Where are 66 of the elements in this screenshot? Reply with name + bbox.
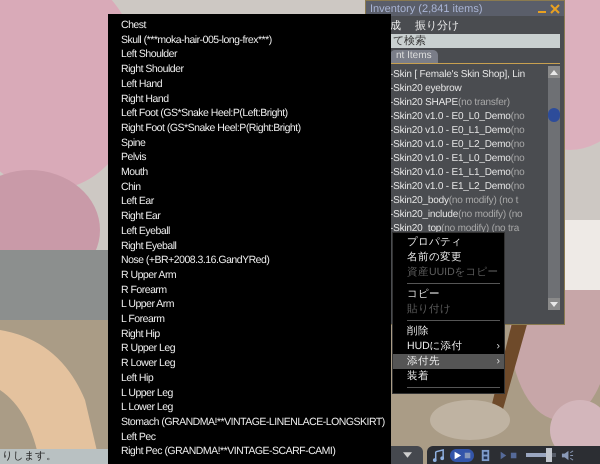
menu-item[interactable]: Nose (+BR+2008.3.16.GandYRed) xyxy=(121,253,391,268)
menu-item[interactable]: 削除 xyxy=(393,324,504,339)
menu-item[interactable]: L Lower Leg xyxy=(121,400,391,415)
inventory-item[interactable]: -Skin20 v1.0 - E1_L0_Demo(no xyxy=(390,152,548,166)
inventory-item[interactable]: -Skin20 SHAPE(no transfer) xyxy=(390,96,548,110)
inventory-item[interactable]: -Skin [ Female's Skin Shop], Lin xyxy=(390,68,548,82)
caret-icon xyxy=(402,452,412,458)
menu-item[interactable]: Left Foot (GS*Snake Heel:P(Left:Bright) xyxy=(121,106,391,121)
menu-item[interactable]: Right Pec (GRANDMA!**VINTAGE-SCARF-CAMI) xyxy=(121,444,391,460)
menu-item[interactable]: HUDに添付 › xyxy=(393,339,504,354)
inventory-item[interactable]: -Skin20 v1.0 - E1_L2_Demo(no xyxy=(390,180,548,194)
menu-item[interactable]: 名前の変更 xyxy=(393,250,504,265)
menu-item[interactable]: Chest xyxy=(121,18,391,33)
menu-item[interactable]: Mouth xyxy=(121,165,391,180)
scroll-thumb[interactable] xyxy=(548,108,560,122)
menu-item[interactable]: L Forearm xyxy=(121,312,391,327)
menu-item[interactable]: 添付先 › xyxy=(393,354,504,369)
scroll-up-icon[interactable] xyxy=(548,66,560,78)
menu-item[interactable]: L Upper Arm xyxy=(121,297,391,312)
menu-item[interactable]: Left Ear xyxy=(121,194,391,210)
inventory-item[interactable]: -Skin20 v1.0 - E0_L0_Demo(no xyxy=(390,110,548,124)
menu-item[interactable]: コピー xyxy=(393,287,504,302)
menu-item[interactable]: Skull (***moka-hair-005-long-frex***) xyxy=(121,32,391,48)
menu-item[interactable]: Left Hand xyxy=(121,76,391,92)
menu-item[interactable]: Stomach (GRANDMA!**VINTAGE-LINENLACE-LONGSKIRT) xyxy=(121,414,391,430)
inventory-item[interactable]: -Skin20_top(no modify) (no tra xyxy=(390,222,548,236)
menu-item[interactable]: 成 xyxy=(390,18,401,32)
menu-item[interactable]: 振り分け xyxy=(415,18,459,32)
menu-item[interactable]: Spine xyxy=(121,136,391,150)
volume-slider[interactable] xyxy=(526,448,556,462)
inventory-item[interactable]: -Skin20 v1.0 - E0_L2_Demo(no xyxy=(390,138,548,152)
search-field[interactable]: て検索 xyxy=(390,34,560,48)
menu-item[interactable]: Pelvis xyxy=(121,150,391,166)
inventory-item[interactable]: -Skin20_body(no modify) (no t xyxy=(390,194,548,208)
menu-item[interactable]: L Upper Leg xyxy=(121,386,391,400)
menu-item[interactable]: 装着 xyxy=(393,369,504,384)
menu-item[interactable]: R Upper Arm xyxy=(121,268,391,283)
menu-item[interactable]: Left Eyeball xyxy=(121,224,391,239)
menu-item[interactable]: Right Shoulder xyxy=(121,62,391,77)
play-button[interactable] xyxy=(450,448,474,462)
scroll-down-icon[interactable] xyxy=(548,298,560,310)
inventory-item[interactable]: -Skin20 eyebrow xyxy=(390,82,548,96)
inventory-item[interactable]: -Skin20 v1.0 - E0_L1_Demo(no xyxy=(390,124,548,138)
inventory-item[interactable]: -Skin20 v1.0 - E1_L1_Demo(no xyxy=(390,166,548,180)
menu-item[interactable]: Left Pec xyxy=(121,430,391,444)
scrollbar[interactable] xyxy=(548,66,560,310)
menu-item[interactable]: Right Eyeball xyxy=(121,238,391,254)
menu-item[interactable]: R Lower Leg xyxy=(121,356,391,371)
close-icon[interactable] xyxy=(550,4,560,14)
inventory-item[interactable]: -Skin20_include(no modify) (no xyxy=(390,208,548,222)
menu-item[interactable]: Right Hip xyxy=(121,326,391,342)
menu-item[interactable]: Chin xyxy=(121,180,391,194)
music-note-icon[interactable] xyxy=(432,448,445,462)
menu-item[interactable]: R Upper Leg xyxy=(121,341,391,356)
menu-item[interactable]: Right Hand xyxy=(121,92,391,106)
dropdown-button[interactable] xyxy=(391,446,423,464)
menu-item[interactable]: Right Foot (GS*Snake Heel:P(Right:Bright) xyxy=(121,120,391,136)
status-text: りします。 xyxy=(0,449,108,464)
menu-item[interactable]: プロパティ xyxy=(393,235,504,250)
film-icon[interactable] xyxy=(479,448,492,462)
window-title: Inventory (2,841 items) xyxy=(370,2,484,14)
menu-item[interactable]: R Forearm xyxy=(121,282,391,298)
menu-item[interactable]: Left Hip xyxy=(121,370,391,386)
speaker-icon[interactable] xyxy=(561,448,574,462)
menu-item[interactable]: Right Ear xyxy=(121,209,391,224)
menu-item[interactable]: Left Shoulder xyxy=(121,47,391,62)
